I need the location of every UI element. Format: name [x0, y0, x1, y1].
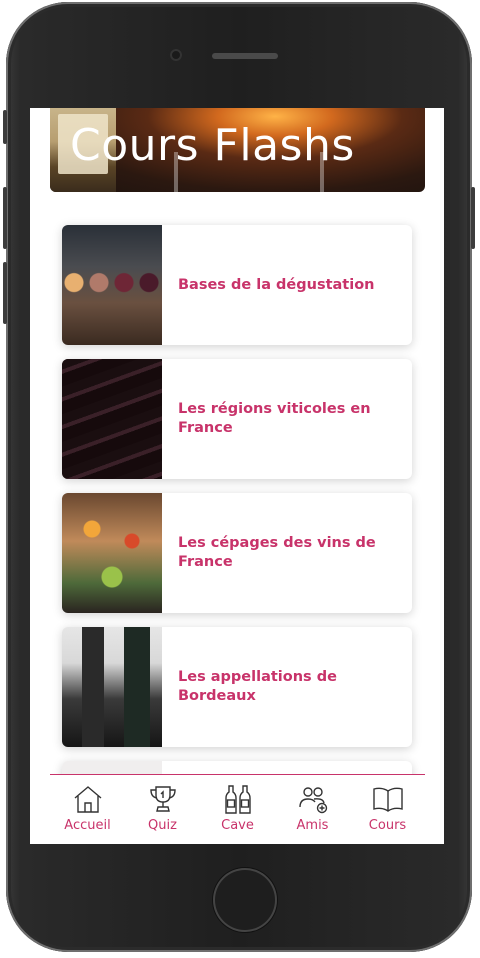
tab-cours[interactable]: Cours — [350, 775, 425, 844]
tab-label: Amis — [296, 818, 329, 833]
home-button[interactable] — [213, 868, 277, 932]
course-card[interactable]: Les appellations de Bordeaux — [62, 627, 412, 747]
book-icon — [372, 787, 403, 812]
course-list: Bases de la dégustation Les régions viti… — [62, 225, 412, 844]
course-thumbnail — [62, 225, 162, 345]
volume-up-button — [3, 187, 7, 249]
course-thumbnail — [62, 627, 162, 747]
course-title: Les appellations de Bordeaux — [178, 669, 337, 704]
friends-icon — [298, 787, 327, 814]
tab-label: Accueil — [64, 818, 111, 833]
earpiece-speaker — [212, 53, 278, 59]
trophy-icon — [149, 786, 176, 812]
course-title: Les cépages des vins de France — [178, 535, 376, 570]
course-card[interactable]: Bases de la dégustation — [62, 225, 412, 345]
power-button — [471, 187, 475, 249]
tab-quiz[interactable]: Quiz — [125, 775, 200, 844]
mute-switch — [3, 110, 7, 144]
hero-banner: Cours Flashs — [50, 108, 425, 192]
tab-label: Cours — [368, 818, 407, 833]
course-thumbnail — [62, 359, 162, 479]
course-card[interactable]: Les cépages des vins de France — [62, 493, 412, 613]
tab-cave[interactable]: Cave — [200, 775, 275, 844]
tab-label: Cave — [221, 818, 254, 833]
course-title: Les régions viticoles en France — [178, 401, 371, 436]
app-screen: Cours Flashs Bases de la dégustation Les… — [30, 108, 444, 844]
course-title: Bases de la dégustation — [178, 276, 375, 293]
bottom-tab-bar: Accueil Quiz Cave Amis Cours — [50, 774, 425, 844]
course-thumbnail — [62, 493, 162, 613]
front-camera — [170, 49, 182, 61]
home-icon — [74, 786, 101, 813]
tab-accueil[interactable]: Accueil — [50, 775, 125, 844]
volume-down-button — [3, 262, 7, 324]
wine-bottles-icon — [224, 785, 251, 814]
course-card[interactable]: Les régions viticoles en France — [62, 359, 412, 479]
tab-label: Quiz — [148, 818, 177, 833]
page-title: Cours Flashs — [70, 120, 355, 171]
tab-amis[interactable]: Amis — [275, 775, 350, 844]
